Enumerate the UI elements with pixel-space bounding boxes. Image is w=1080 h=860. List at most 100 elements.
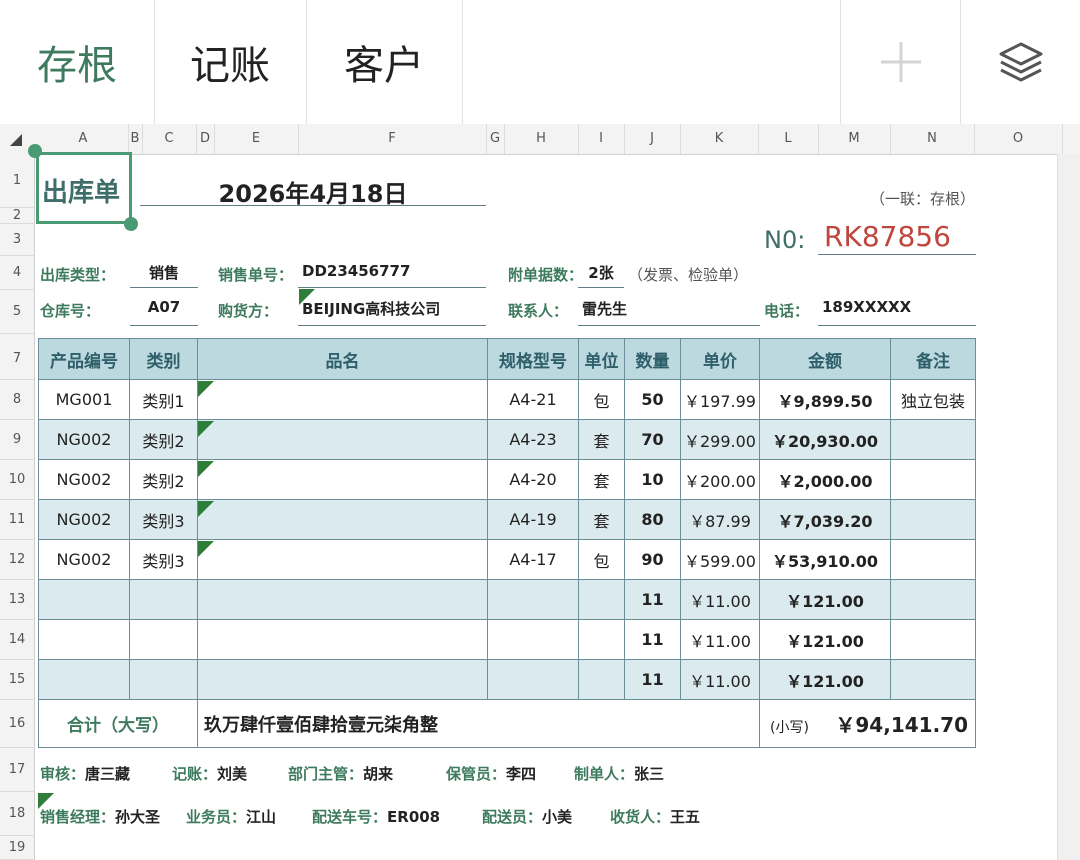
cell-amount[interactable]: ￥9,899.50 [759, 379, 891, 420]
row-header[interactable]: 16 [0, 700, 34, 748]
selection-handle-top[interactable] [28, 144, 42, 158]
column-header[interactable]: M [818, 124, 891, 154]
total-words[interactable]: 玖万肆仟壹佰肆拾壹元柒角整 [197, 699, 760, 748]
cell-spec[interactable] [487, 659, 579, 700]
tab-bookkeeping[interactable]: 记账 [154, 0, 307, 124]
cell-price[interactable]: ￥299.00 [680, 419, 760, 460]
cell-remark[interactable] [890, 619, 976, 660]
row-header[interactable]: 7 [0, 338, 34, 380]
cell-unit[interactable]: 套 [578, 419, 625, 460]
cell-code[interactable] [38, 619, 130, 660]
cell-code[interactable] [38, 579, 130, 620]
cell-category[interactable]: 类别3 [129, 499, 198, 540]
cell-category[interactable]: 类别1 [129, 379, 198, 420]
cell-name[interactable] [197, 459, 488, 500]
cell-amount[interactable]: ￥2,000.00 [759, 459, 891, 500]
cell-name[interactable] [197, 379, 488, 420]
cell-unit[interactable]: 套 [578, 499, 625, 540]
cell-price[interactable]: ￥11.00 [680, 619, 760, 660]
cell-amount[interactable]: ￥121.00 [759, 579, 891, 620]
cell-category[interactable] [129, 619, 198, 660]
row-header[interactable]: 11 [0, 500, 34, 540]
cell-remark[interactable] [890, 579, 976, 620]
cell-amount[interactable]: ￥7,039.20 [759, 499, 891, 540]
vertical-scrollbar[interactable] [1057, 154, 1080, 860]
cell-amount[interactable]: ￥121.00 [759, 619, 891, 660]
cell-qty[interactable]: 11 [624, 579, 681, 620]
cell-category[interactable] [129, 659, 198, 700]
row-header[interactable]: 18 [0, 792, 34, 836]
cell-remark[interactable] [890, 499, 976, 540]
row-header[interactable]: 13 [0, 580, 34, 620]
cell-remark[interactable] [890, 459, 976, 500]
row-header[interactable]: 14 [0, 620, 34, 660]
column-header[interactable]: L [758, 124, 819, 154]
cell-unit[interactable] [578, 619, 625, 660]
cell-name[interactable] [197, 419, 488, 460]
select-all-corner[interactable] [0, 124, 30, 154]
column-header[interactable]: A [38, 124, 129, 154]
row-header[interactable]: 4 [0, 256, 34, 290]
cell-category[interactable] [129, 579, 198, 620]
cell-spec[interactable] [487, 579, 579, 620]
cell-category[interactable]: 类别2 [129, 419, 198, 460]
cell-spec[interactable]: A4-20 [487, 459, 579, 500]
cell-name[interactable] [197, 499, 488, 540]
cell-spec[interactable]: A4-17 [487, 539, 579, 580]
cell-spec[interactable] [487, 619, 579, 660]
layers-button[interactable] [960, 0, 1080, 124]
column-header[interactable]: K [680, 124, 759, 154]
cell-qty[interactable]: 80 [624, 499, 681, 540]
cell-qty[interactable]: 70 [624, 419, 681, 460]
row-header[interactable]: 8 [0, 380, 34, 420]
row-header[interactable]: 17 [0, 748, 34, 792]
row-header[interactable]: 5 [0, 290, 34, 334]
cell-code[interactable]: NG002 [38, 459, 130, 500]
row-header[interactable]: 2 [0, 208, 34, 224]
cell-qty[interactable]: 90 [624, 539, 681, 580]
cell-spec[interactable]: A4-23 [487, 419, 579, 460]
cell-name[interactable] [197, 539, 488, 580]
cell-qty[interactable]: 10 [624, 459, 681, 500]
selection-handle-bottom[interactable] [124, 217, 138, 231]
row-header[interactable]: 10 [0, 460, 34, 500]
cell-unit[interactable]: 套 [578, 459, 625, 500]
cell-code[interactable] [38, 659, 130, 700]
row-header[interactable]: 9 [0, 420, 34, 460]
column-header[interactable]: I [578, 124, 625, 154]
column-header[interactable]: H [504, 124, 579, 154]
cell-name[interactable] [197, 659, 488, 700]
cell-qty[interactable]: 11 [624, 619, 681, 660]
column-header[interactable]: F [298, 124, 487, 154]
cell-amount[interactable]: ￥53,910.00 [759, 539, 891, 580]
cell-spec[interactable]: A4-21 [487, 379, 579, 420]
cell-code[interactable]: NG002 [38, 499, 130, 540]
cell-price[interactable]: ￥200.00 [680, 459, 760, 500]
tab-customers[interactable]: 客户 [306, 0, 463, 124]
cell-category[interactable]: 类别3 [129, 539, 198, 580]
cell-remark[interactable] [890, 419, 976, 460]
cell-spec[interactable]: A4-19 [487, 499, 579, 540]
column-header[interactable]: G [486, 124, 505, 154]
row-header[interactable]: 19 [0, 836, 34, 860]
cell-amount[interactable]: ￥121.00 [759, 659, 891, 700]
column-header[interactable]: C [142, 124, 197, 154]
cell-name[interactable] [197, 579, 488, 620]
column-header[interactable]: D [196, 124, 215, 154]
cell-remark[interactable] [890, 539, 976, 580]
add-button[interactable] [840, 0, 961, 124]
cell-qty[interactable]: 11 [624, 659, 681, 700]
cell-category[interactable]: 类别2 [129, 459, 198, 500]
cell-price[interactable]: ￥11.00 [680, 659, 760, 700]
cell-amount[interactable]: ￥20,930.00 [759, 419, 891, 460]
column-header[interactable]: N [890, 124, 975, 154]
cell-unit[interactable] [578, 579, 625, 620]
cell-price[interactable]: ￥197.99 [680, 379, 760, 420]
cell-name[interactable] [197, 619, 488, 660]
cell-unit[interactable] [578, 659, 625, 700]
row-header[interactable]: 15 [0, 660, 34, 700]
cell-price[interactable]: ￥87.99 [680, 499, 760, 540]
column-header[interactable]: E [214, 124, 299, 154]
row-header[interactable]: 1 [0, 154, 34, 208]
cell-price[interactable]: ￥11.00 [680, 579, 760, 620]
